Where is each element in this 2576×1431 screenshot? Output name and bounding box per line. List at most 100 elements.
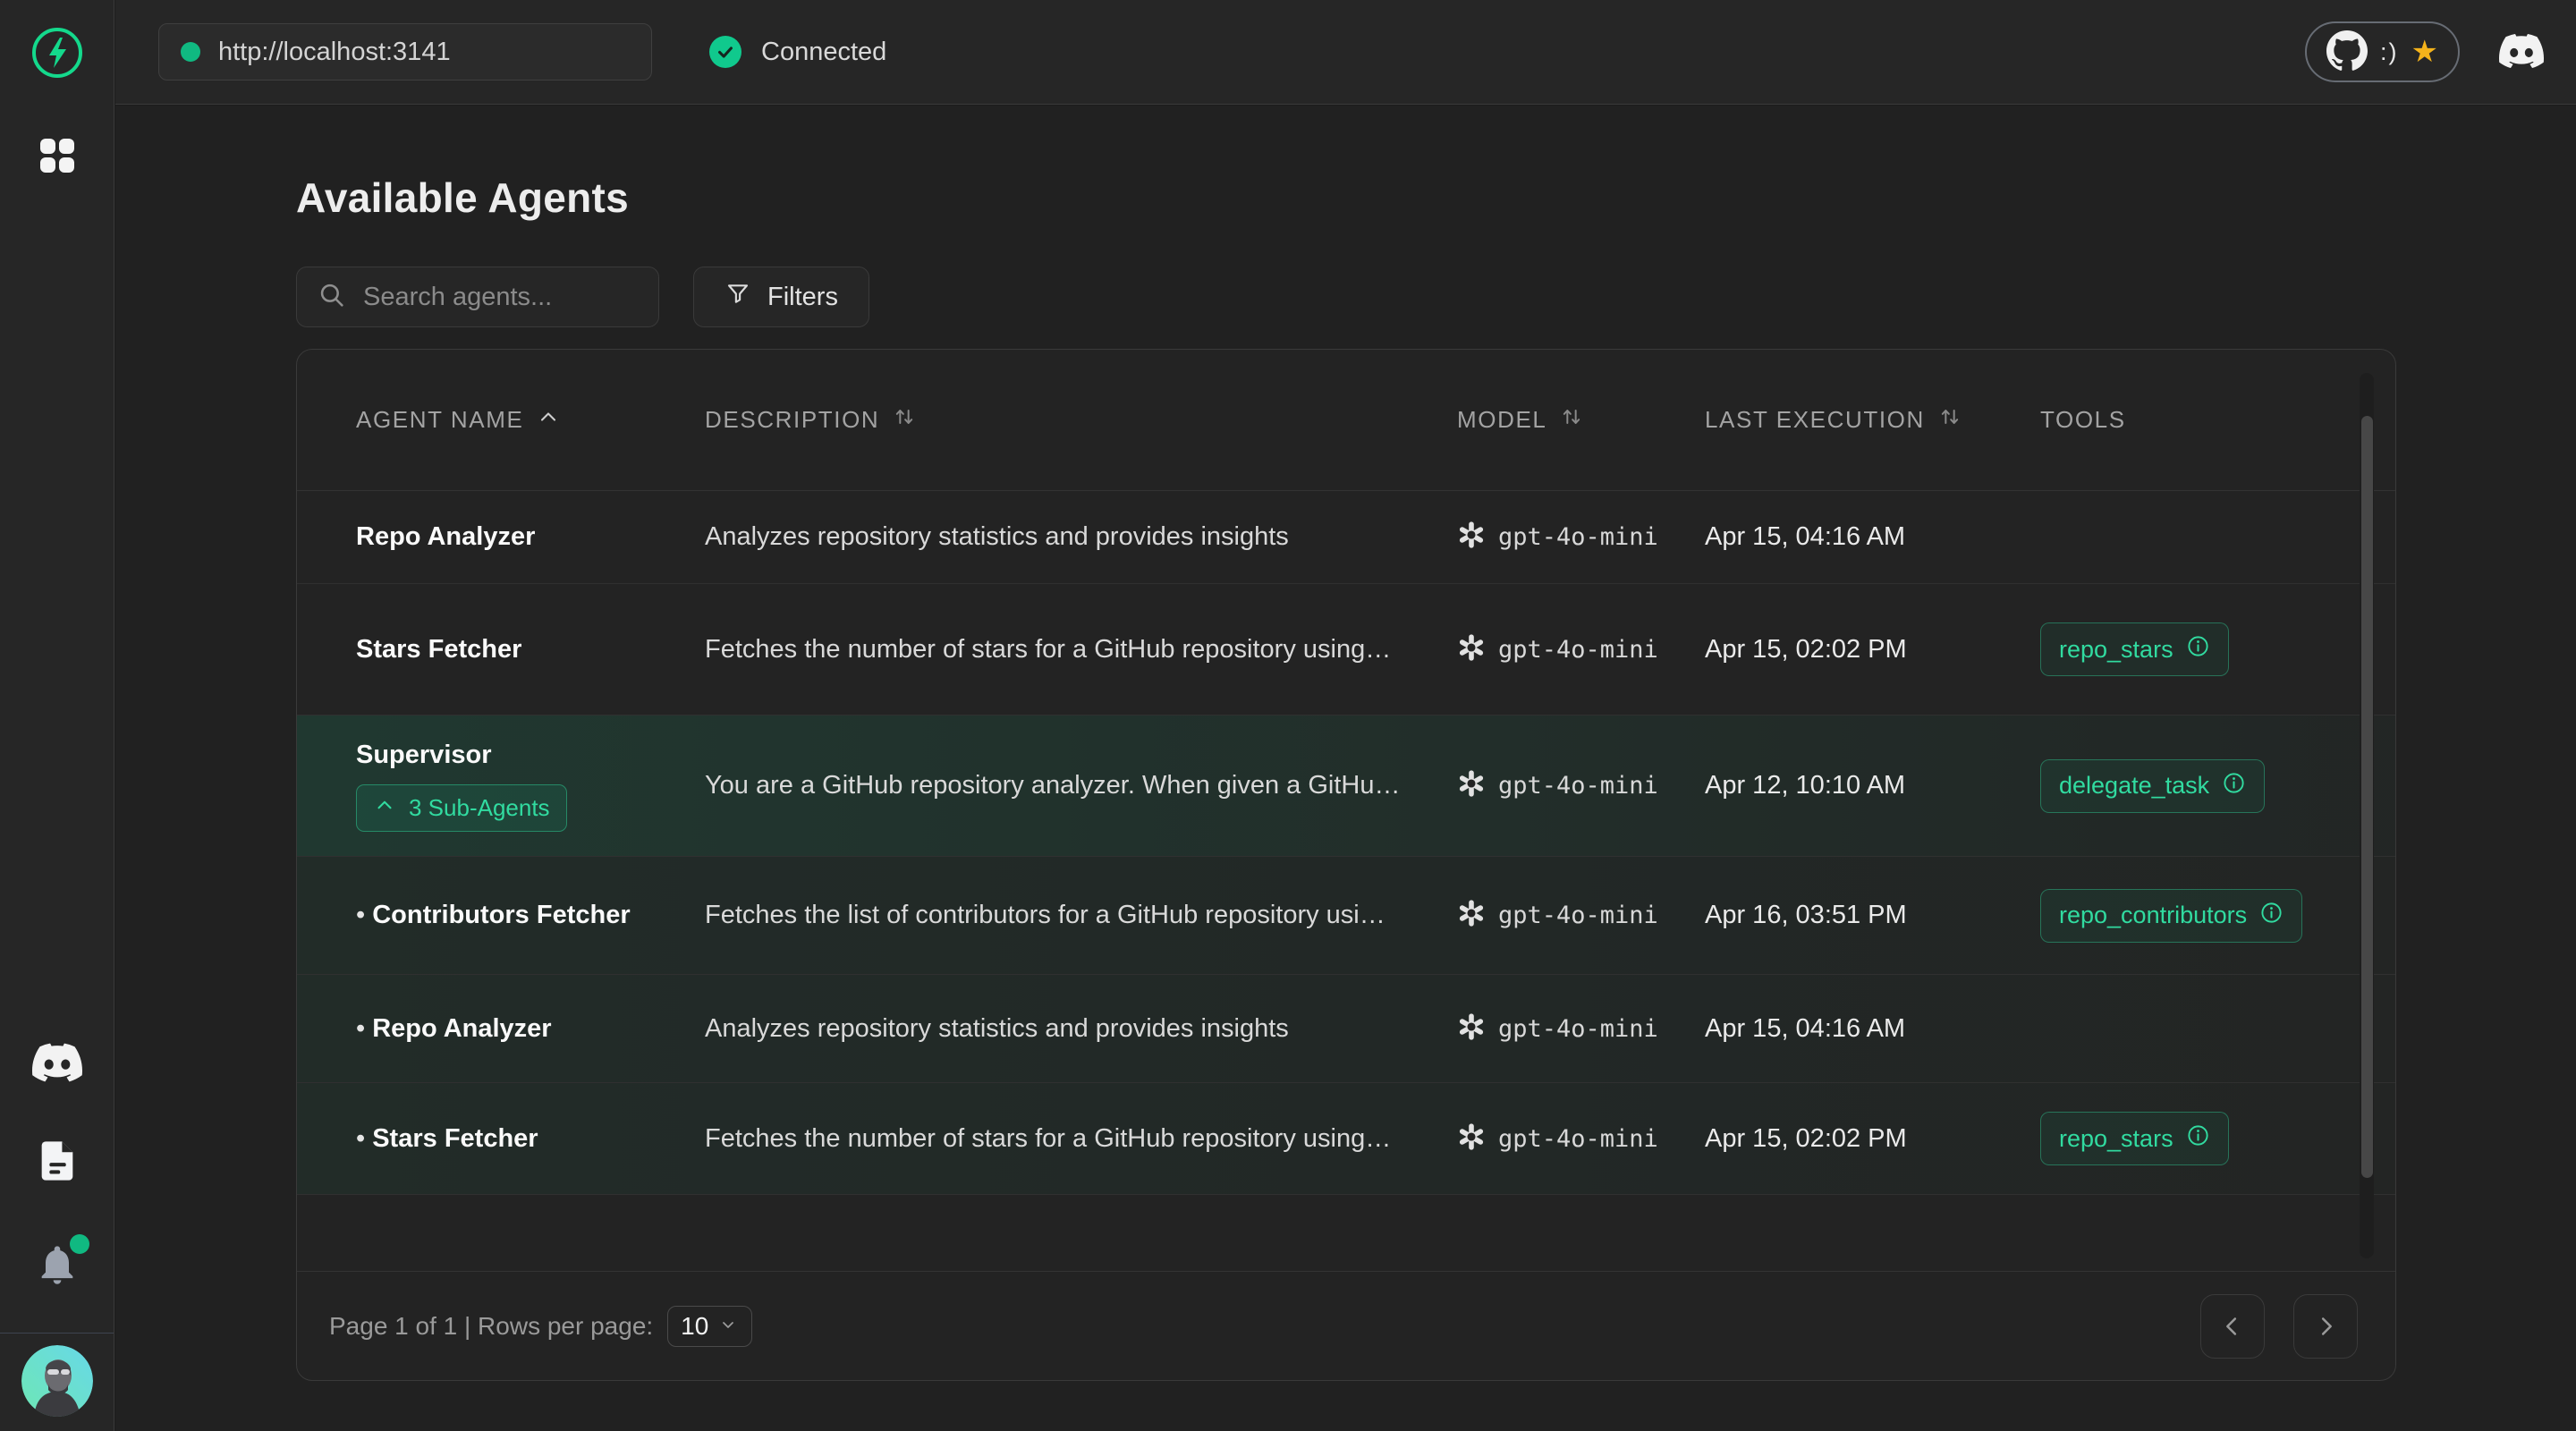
agent-name: Stars Fetcher [356,1124,678,1154]
tools-cell: repo_contributors [2040,889,2324,943]
table-row[interactable]: Supervisor 3 Sub-Agents You are a GitHub… [297,715,2395,856]
openai-icon [1457,769,1486,802]
last-execution: Apr 15, 02:02 PM [1705,1124,2040,1154]
table-header-row: AGENT NAME DESCRIPTION [297,350,2395,491]
discord-link-button[interactable] [2499,29,2544,76]
model-name: gpt-4o-mini [1498,636,1658,664]
table-body: Repo Analyzer Analyzes repository statis… [297,491,2395,1194]
table-end-spacer [297,1194,2395,1273]
agent-description: You are a GitHub repository analyzer. Wh… [705,771,1457,800]
openai-icon [1457,899,1486,932]
sidebar-divider [0,1333,114,1334]
sub-agents-label: 3 Sub-Agents [409,794,550,822]
server-url-box[interactable] [158,23,652,80]
sidebar-item-discord[interactable] [32,1037,82,1090]
agent-description: Fetches the list of contributors for a G… [705,901,1457,930]
agent-name: Repo Analyzer [356,1014,678,1044]
filters-button[interactable]: Filters [693,267,869,327]
sidebar-item-docs[interactable] [34,1138,80,1187]
agent-name-cell: Repo Analyzer [356,1014,705,1044]
star-icon: ★ [2411,37,2438,67]
github-star-button[interactable]: :) ★ [2305,21,2460,82]
search-input[interactable] [363,283,639,312]
openai-icon [1457,1122,1486,1156]
tools-cell: repo_stars [2040,622,2324,676]
tool-name: repo_stars [2059,1125,2174,1153]
agent-description: Fetches the number of stars for a GitHub… [705,635,1457,665]
grid-apps-icon [34,132,80,182]
model-name: gpt-4o-mini [1498,902,1658,929]
table-row[interactable]: Stars Fetcher Fetches the number of star… [297,583,2395,715]
tool-badge[interactable]: delegate_task [2040,759,2265,813]
tools-cell: repo_stars [2040,1112,2324,1165]
rows-per-page-select[interactable]: 10 [667,1306,752,1347]
app-logo-button[interactable] [30,25,85,83]
model-name: gpt-4o-mini [1498,1125,1658,1153]
topbar: Connected :) ★ [115,0,2576,105]
check-icon [709,36,741,68]
agent-model-cell: gpt-4o-mini [1457,633,1705,666]
search-box[interactable] [296,267,659,327]
column-header-agent-name[interactable]: AGENT NAME [356,404,705,436]
table-row[interactable]: Stars Fetcher Fetches the number of star… [297,1082,2395,1194]
info-icon [2259,901,2284,931]
chevron-down-icon [717,1314,739,1338]
column-header-description[interactable]: DESCRIPTION [705,404,1457,436]
agent-model-cell: gpt-4o-mini [1457,1122,1705,1156]
scrollbar-thumb[interactable] [2361,416,2373,1178]
agent-model-cell: gpt-4o-mini [1457,769,1705,802]
agent-model-cell: gpt-4o-mini [1457,521,1705,554]
agents-table-card: AGENT NAME DESCRIPTION [296,349,2396,1381]
pagination-summary: Page 1 of 1 | Rows per page: [329,1312,653,1341]
model-name: gpt-4o-mini [1498,1015,1658,1043]
last-execution: Apr 16, 03:51 PM [1705,901,2040,930]
table-row[interactable]: Repo Analyzer Analyzes repository statis… [297,974,2395,1082]
column-header-model[interactable]: MODEL [1457,404,1705,436]
tool-badge[interactable]: repo_stars [2040,1112,2229,1165]
info-icon [2222,771,2246,801]
model-name: gpt-4o-mini [1498,772,1658,800]
sidebar-item-dashboard[interactable] [34,132,80,182]
server-status-dot [181,42,200,62]
next-page-button[interactable] [2293,1294,2358,1359]
tool-name: delegate_task [2059,772,2209,800]
sidebar [0,0,114,1431]
connection-status-label: Connected [761,38,886,67]
sort-updown-icon [892,404,917,436]
agent-name: Supervisor [356,741,678,770]
server-url-input[interactable] [218,38,630,67]
tool-badge[interactable]: repo_stars [2040,622,2229,676]
filter-funnel-icon [724,280,751,314]
column-header-last-execution[interactable]: LAST EXECUTION [1705,404,2040,436]
sub-agents-toggle[interactable]: 3 Sub-Agents [356,784,567,832]
tool-badge[interactable]: repo_contributors [2040,889,2302,943]
sort-updown-icon [1937,404,1962,436]
scrollbar-track[interactable] [2360,373,2374,1258]
sort-updown-icon [1559,404,1584,436]
prev-page-button[interactable] [2200,1294,2265,1359]
agent-name-cell: Supervisor 3 Sub-Agents [356,741,705,832]
user-avatar[interactable] [21,1345,93,1417]
avatar-image [21,1345,93,1417]
agent-name: Repo Analyzer [356,522,678,552]
table-row[interactable]: Repo Analyzer Analyzes repository statis… [297,491,2395,583]
tool-name: repo_stars [2059,636,2174,664]
table-row[interactable]: Contributors Fetcher Fetches the list of… [297,856,2395,974]
last-execution: Apr 15, 02:02 PM [1705,635,2040,665]
column-header-tools: TOOLS [2040,406,2324,434]
notification-dot [70,1234,89,1254]
connection-status: Connected [709,36,886,68]
last-execution: Apr 15, 04:16 AM [1705,1014,2040,1044]
openai-icon [1457,521,1486,554]
docs-icon [34,1138,80,1187]
last-execution: Apr 12, 10:10 AM [1705,771,2040,800]
sidebar-item-notifications[interactable] [34,1241,80,1291]
tools-cell: delegate_task [2040,759,2324,813]
search-icon [317,280,347,315]
agent-name-cell: Repo Analyzer [356,522,705,552]
page-title: Available Agents [296,174,2395,222]
bell-icon [34,1241,80,1291]
agent-name-cell: Contributors Fetcher [356,901,705,930]
discord-icon [2499,29,2544,76]
model-name: gpt-4o-mini [1498,523,1658,551]
